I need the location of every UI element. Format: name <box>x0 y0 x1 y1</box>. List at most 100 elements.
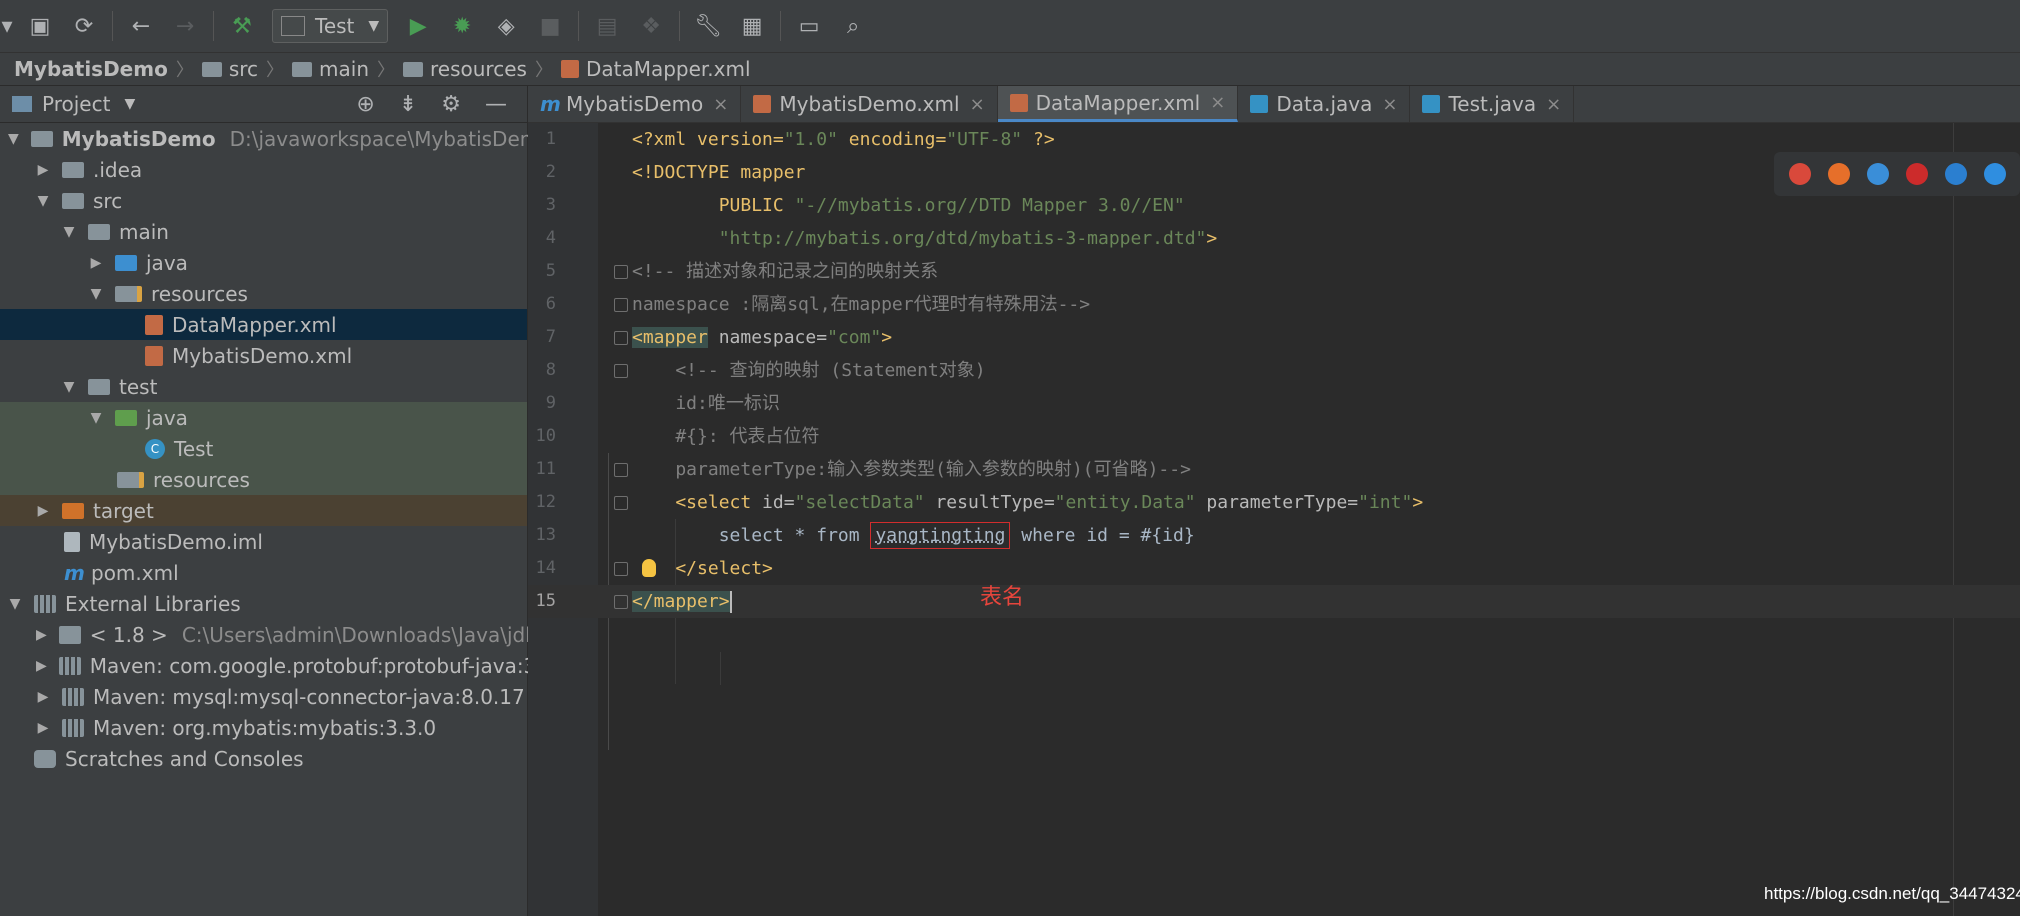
breadcrumb-item[interactable]: src <box>201 57 258 81</box>
locate-icon[interactable]: ⊕ <box>356 92 374 117</box>
tree-item-maven-lib[interactable]: ▶ Maven: org.mybatis:mybatis:3.3.0 <box>0 712 527 743</box>
tree-item-scratches[interactable]: Scratches and Consoles <box>0 743 527 774</box>
fold-icon[interactable] <box>614 463 628 477</box>
fold-icon[interactable] <box>614 595 628 609</box>
tree-item-test-resources-folder[interactable]: resources <box>0 464 527 495</box>
close-icon[interactable]: × <box>1546 94 1561 115</box>
indent-guide <box>720 652 721 685</box>
tree-item-file[interactable]: MybatisDemo.xml <box>0 340 527 371</box>
tree-item-test-folder[interactable]: ▼ java <box>0 402 527 433</box>
tab-label: Test.java <box>1448 92 1537 116</box>
terminal-icon[interactable]: ▭ <box>791 8 827 44</box>
close-icon[interactable]: × <box>1210 92 1225 113</box>
xml-tag: <mapper <box>632 327 708 348</box>
close-icon[interactable]: × <box>713 94 728 115</box>
chrome-icon[interactable] <box>1788 163 1811 185</box>
code-editor[interactable]: 1 <?xml version="1.0" encoding="UTF-8" ?… <box>528 123 2020 916</box>
stop-icon[interactable]: ■ <box>532 8 568 44</box>
gear-icon[interactable]: ⚙ <box>441 92 461 117</box>
sync-icon[interactable]: ⟳ <box>66 8 102 44</box>
tree-item-folder[interactable]: ▼ main <box>0 216 527 247</box>
xml-decl: <?xml version= <box>632 129 784 150</box>
tree-item-maven-lib[interactable]: ▶ Maven: com.google.protobuf:protobuf-ja… <box>0 650 574 681</box>
collapse-all-icon[interactable]: ⇟ <box>399 92 417 117</box>
safari-icon[interactable] <box>1866 163 1889 185</box>
tree-item-libraries[interactable]: ▼ External Libraries <box>0 588 527 619</box>
chevron-right-icon[interactable]: ▶ <box>36 658 47 674</box>
chevron-right-icon: 〉 <box>175 60 194 81</box>
breadcrumb-item[interactable]: MybatisDemo <box>14 57 168 81</box>
debug-icon[interactable]: ✹ <box>444 8 480 44</box>
menu-icon[interactable]: ▾ <box>0 8 14 44</box>
run-config-dropdown[interactable]: Test ▼ <box>272 9 389 43</box>
fold-icon[interactable] <box>614 331 628 345</box>
tree-item-folder[interactable]: ▼ src <box>0 185 527 216</box>
tab-mybatisdemo[interactable]: m MybatisDemo × <box>528 86 742 122</box>
tree-item-class[interactable]: C Test <box>0 433 527 464</box>
breadcrumb-label: resources <box>430 57 527 81</box>
run-icon[interactable]: ▶ <box>400 8 436 44</box>
line-content: </mapper> <box>632 585 732 618</box>
project-structure-icon[interactable]: ▦ <box>734 8 770 44</box>
firefox-icon[interactable] <box>1827 163 1850 185</box>
tab-datamapper-xml[interactable]: DataMapper.xml × <box>997 86 1239 122</box>
tree-item-file-selected[interactable]: DataMapper.xml <box>0 309 527 340</box>
edge-icon[interactable] <box>1983 163 2006 185</box>
coverage-icon[interactable]: ◈ <box>488 8 524 44</box>
chevron-right-icon[interactable]: ▶ <box>36 720 50 736</box>
chevron-down-icon[interactable]: ▼ <box>36 193 50 209</box>
tree-item-file[interactable]: MybatisDemo.iml <box>0 526 527 557</box>
close-icon[interactable]: × <box>970 94 985 115</box>
save-icon[interactable]: ▣ <box>22 8 58 44</box>
chevron-down-icon[interactable]: ▼ <box>8 131 19 147</box>
attr-value: "UTF-8" <box>946 129 1023 150</box>
chevron-down-icon[interactable]: ▼ <box>89 286 103 302</box>
fold-icon[interactable] <box>614 562 628 576</box>
build-icon[interactable]: ⚒ <box>224 8 260 44</box>
fold-icon[interactable] <box>614 364 628 378</box>
breadcrumb-item[interactable]: resources <box>403 57 527 81</box>
chevron-right-icon[interactable]: ▶ <box>36 503 50 519</box>
tree-item-folder[interactable]: ▶ .idea <box>0 154 527 185</box>
close-icon[interactable]: × <box>1382 94 1397 115</box>
project-view-selector[interactable]: Project ▼ <box>12 92 135 116</box>
fold-icon[interactable] <box>614 496 628 510</box>
tree-item-module[interactable]: ▼ MybatisDemo D:\javaworkspace\MybatisDe… <box>0 123 551 154</box>
settings-icon[interactable]: 🔧︎ <box>690 8 726 44</box>
fold-icon[interactable] <box>614 265 628 279</box>
tree-item-file[interactable]: m pom.xml <box>0 557 527 588</box>
ie-icon[interactable] <box>1944 163 1967 185</box>
chevron-down-icon[interactable]: ▼ <box>8 596 22 612</box>
breadcrumb-item[interactable]: DataMapper.xml <box>560 57 751 81</box>
tab-data-java[interactable]: Data.java × <box>1238 86 1411 122</box>
tab-test-java[interactable]: Test.java × <box>1410 86 1575 122</box>
forward-icon[interactable]: → <box>167 8 203 44</box>
chevron-down-icon[interactable]: ▼ <box>62 379 76 395</box>
tab-label: Data.java <box>1276 92 1373 116</box>
back-icon[interactable]: ← <box>123 8 159 44</box>
tab-mybatisdemo-xml[interactable]: MybatisDemo.xml × <box>741 86 998 122</box>
tree-item-path: D:\javaworkspace\MybatisDemo <box>229 126 552 151</box>
profile-icon[interactable]: ❖ <box>633 8 669 44</box>
tree-item-excluded-folder[interactable]: ▶ target <box>0 495 527 526</box>
tree-item-maven-lib[interactable]: ▶ Maven: mysql:mysql-connector-java:8.0.… <box>0 681 527 712</box>
chevron-right-icon[interactable]: ▶ <box>89 255 103 271</box>
fold-icon[interactable] <box>614 298 628 312</box>
code-line: 9 id:唯一标识 <box>528 387 2020 420</box>
chevron-down-icon[interactable]: ▼ <box>89 410 103 426</box>
tree-item-folder[interactable]: ▼ test <box>0 371 527 402</box>
chevron-right-icon[interactable]: ▶ <box>36 627 47 643</box>
chevron-right-icon[interactable]: ▶ <box>36 689 50 705</box>
attach-debugger-icon[interactable]: ▤ <box>589 8 625 44</box>
hide-icon[interactable]: — <box>485 92 507 117</box>
tree-item-label: Maven: mysql:mysql-connector-java:8.0.17 <box>93 684 525 709</box>
chevron-down-icon[interactable]: ▼ <box>62 224 76 240</box>
chevron-right-icon[interactable]: ▶ <box>36 162 50 178</box>
tree-item-resources-folder[interactable]: ▼ resources <box>0 278 527 309</box>
tree-item-jdk[interactable]: ▶ < 1.8 > C:\Users\admin\Downloads\Java\… <box>0 619 610 650</box>
opera-icon[interactable] <box>1905 163 1928 185</box>
breadcrumb-item[interactable]: main <box>292 57 369 81</box>
search-icon[interactable]: ⌕ <box>835 8 871 44</box>
tree-item-source-folder[interactable]: ▶ java <box>0 247 527 278</box>
